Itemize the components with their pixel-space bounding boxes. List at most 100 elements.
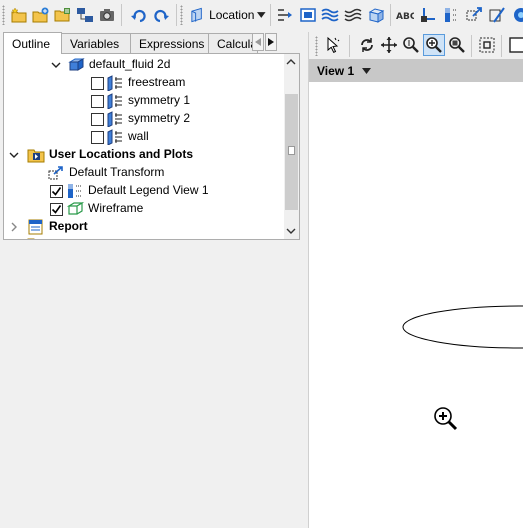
visibility-checkbox[interactable]: [91, 131, 104, 144]
location-dropdown-button[interactable]: Location: [186, 4, 266, 26]
tree-item-boundary[interactable]: freestream: [4, 74, 284, 92]
wireframe-outline: [402, 305, 523, 349]
tree-item-user-locations[interactable]: User Locations and Plots: [4, 146, 284, 164]
tree-item-label: Default Transform: [69, 165, 165, 179]
report-icon: [28, 219, 43, 235]
chevron-left-icon: [255, 38, 261, 46]
tree-item-boundary[interactable]: symmetry 1: [4, 92, 284, 110]
boundary-icon: [107, 129, 122, 145]
tree-scrollbar[interactable]: [284, 54, 299, 239]
tree-item-label: symmetry 1: [128, 93, 191, 107]
visibility-checkbox[interactable]: [91, 77, 104, 90]
chevron-down-icon: [257, 12, 266, 18]
new-case-icon[interactable]: [9, 5, 29, 25]
outline-tree: default_fluid 2d freestream symmetry 1 s…: [3, 53, 300, 240]
viewport-canvas: [402, 305, 523, 349]
select-pointer-icon[interactable]: [323, 35, 343, 55]
tab-variables[interactable]: Variables: [61, 33, 131, 53]
chevron-up-icon[interactable]: [286, 58, 296, 66]
left-panel: Outline Variables Expressions Calcula de…: [3, 32, 300, 528]
viewport-layout-icon[interactable]: [507, 35, 523, 55]
main-toolbar: Location ABC: [0, 0, 523, 32]
check-icon: [51, 187, 62, 196]
tree-item-label: Default Legend View 1: [88, 183, 209, 197]
viewer-panel: View 1: [308, 32, 523, 528]
surface-lines-icon[interactable]: [343, 5, 363, 25]
chevron-down-icon[interactable]: [286, 227, 296, 235]
legend-icon[interactable]: [441, 5, 461, 25]
isosurface-icon[interactable]: [366, 5, 386, 25]
clip-plane-icon[interactable]: [487, 5, 507, 25]
tree-item-domain[interactable]: default_fluid 2d: [4, 56, 284, 74]
tree-item-legend[interactable]: Default Legend View 1: [4, 182, 284, 200]
boundary-icon: [107, 75, 122, 91]
fit-view-icon[interactable]: [477, 35, 497, 55]
visibility-checkbox[interactable]: [50, 185, 63, 198]
tree-item-label: symmetry 2: [128, 111, 191, 125]
zoom-box-icon[interactable]: [447, 35, 467, 55]
connect-icon[interactable]: [75, 5, 95, 25]
colour-map-icon[interactable]: [508, 5, 523, 25]
boundary-icon: [107, 111, 122, 127]
pan-icon[interactable]: [379, 35, 399, 55]
svg-text:ABC: ABC: [396, 12, 414, 22]
zoom-icon[interactable]: [401, 35, 421, 55]
tree-item-label: wall: [128, 129, 149, 143]
tree-item-label: Report: [49, 219, 88, 233]
viewer-toolbar: [309, 32, 523, 59]
tree-item-label: User Locations and Plots: [49, 147, 194, 161]
tree-item-partial: [4, 236, 284, 239]
tree-item-label: freestream: [128, 75, 186, 89]
contour-icon[interactable]: [298, 5, 318, 25]
undo-icon[interactable]: [129, 5, 149, 25]
volume-rendering-icon[interactable]: [320, 5, 340, 25]
folder-icon: [27, 149, 45, 163]
chevron-down-icon[interactable]: [9, 150, 19, 160]
tab-bar: Outline Variables Expressions Calcula: [3, 32, 300, 54]
tab-calculators[interactable]: Calcula: [208, 33, 258, 53]
folder-icon: [27, 238, 35, 239]
view-label: View 1: [317, 63, 355, 78]
visibility-checkbox[interactable]: [50, 203, 63, 216]
location-icon: [191, 7, 202, 23]
redo-icon[interactable]: [151, 5, 171, 25]
transform-icon: [48, 166, 63, 180]
tree-item-label: default_fluid 2d: [89, 57, 171, 71]
tab-scroll-left-button[interactable]: [252, 33, 264, 51]
tree-item-boundary[interactable]: symmetry 2: [4, 110, 284, 128]
check-icon: [51, 205, 62, 214]
transform-icon[interactable]: [464, 5, 484, 25]
view-selector[interactable]: View 1: [309, 59, 523, 82]
tab-outline[interactable]: Outline: [3, 32, 62, 54]
chevron-right-icon: [268, 38, 274, 46]
open-folder-icon[interactable]: [53, 5, 73, 25]
zoom-in-box-icon[interactable]: [423, 34, 445, 56]
domain-icon: [68, 58, 85, 71]
coordinate-frame-icon[interactable]: [418, 5, 438, 25]
tab-scroll-right-button[interactable]: [265, 33, 277, 51]
tree-item-report[interactable]: Report: [4, 218, 284, 236]
chevron-down-icon: [362, 67, 372, 74]
visibility-checkbox[interactable]: [91, 95, 104, 108]
scrollbar-thumb[interactable]: [285, 94, 298, 210]
visibility-checkbox[interactable]: [91, 113, 104, 126]
streamline-icon[interactable]: [275, 5, 295, 25]
wireframe-icon: [66, 201, 84, 215]
zoom-cursor-icon: [434, 407, 458, 431]
boundary-icon: [107, 93, 122, 109]
text-label-icon[interactable]: ABC: [395, 5, 415, 25]
3d-viewport[interactable]: [309, 82, 523, 528]
open-file-icon[interactable]: [31, 5, 51, 25]
chevron-right-icon[interactable]: [9, 222, 19, 232]
toolbar-grip[interactable]: [2, 5, 5, 25]
tab-expressions[interactable]: Expressions: [130, 33, 209, 53]
tree-item-default-transform[interactable]: Default Transform: [4, 164, 284, 182]
tree-item-wireframe[interactable]: Wireframe: [4, 200, 284, 218]
tree-item-label: Wireframe: [88, 201, 144, 215]
rotate-icon[interactable]: [357, 35, 377, 55]
location-label: Location: [209, 8, 255, 22]
camera-icon[interactable]: [97, 5, 117, 25]
tree-item-boundary[interactable]: wall: [4, 128, 284, 146]
legend-icon: [68, 184, 81, 198]
chevron-down-icon[interactable]: [51, 60, 61, 70]
